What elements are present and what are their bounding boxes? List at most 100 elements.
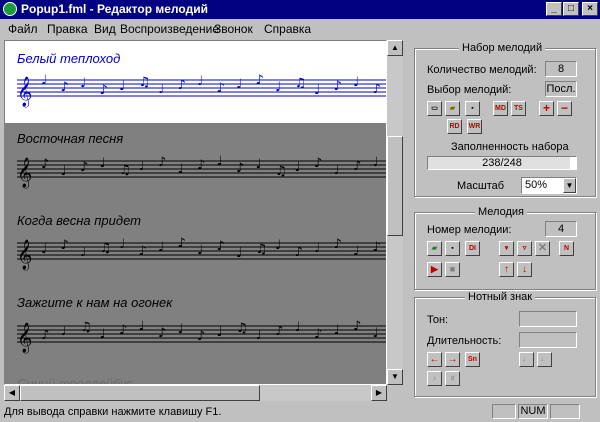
note-icon: ♩ — [80, 245, 86, 260]
sn-button[interactable]: Sn — [465, 352, 480, 367]
chevron-down-icon[interactable]: ▼ — [563, 178, 576, 193]
open-icon[interactable]: ▰ — [445, 101, 460, 116]
staff[interactable]: 𝄞 ♪ ♩ ♫ ♩ ♪ ♩ ♪ ♩ ♪ ♩ ♫ ♩ ♪ ♩ ♪ ♩ ♪ ♩ — [17, 319, 387, 354]
di-button[interactable]: DI — [465, 241, 480, 256]
cut-icon[interactable]: ✕ — [535, 241, 550, 256]
note-icon: ♫ — [275, 164, 287, 179]
note-up-icon[interactable]: ♩ — [519, 352, 534, 367]
note-icon: ♩ — [353, 75, 359, 90]
note-icon: ♩ — [178, 162, 184, 177]
menu-playback[interactable]: Воспроизведение — [120, 22, 219, 36]
note-icon: ♪ — [139, 244, 147, 259]
note-icon: ♪ — [80, 160, 88, 175]
note-panel: Нотный знак Тон: Длительность: ← → Sn ♩ … — [414, 291, 596, 397]
scroll-left-button[interactable]: ◀ — [4, 385, 20, 401]
note-icon: ♪ — [275, 324, 283, 339]
note-icon: ♩ — [41, 73, 47, 88]
status-pane — [550, 404, 580, 419]
play-icon[interactable]: ▶ — [427, 262, 442, 277]
note-icon: ♪ — [178, 78, 186, 93]
save-icon[interactable]: ▪ — [465, 101, 480, 116]
note-icon: ♪ — [314, 327, 322, 342]
remove-button[interactable]: − — [557, 101, 572, 116]
number-label: Номер мелодии: — [427, 224, 512, 236]
note-icon: ♪ — [61, 238, 69, 253]
scale-select[interactable]: 50% ▼ — [521, 177, 577, 194]
note-icon: ♩ — [217, 325, 223, 340]
note-icon: ♩ — [353, 244, 359, 259]
note-icon: ♩ — [334, 163, 340, 178]
delete-icon[interactable]: ▿ — [517, 241, 532, 256]
count-label: Количество мелодий: — [427, 64, 537, 76]
ts-button[interactable]: TS — [511, 101, 526, 116]
treble-clef-icon: 𝄞 — [17, 239, 32, 271]
window-title: Popup1.fml - Редактор мелодий — [21, 2, 208, 16]
duration-field[interactable] — [519, 332, 577, 348]
left-icon[interactable]: ← — [427, 352, 442, 367]
rd-button[interactable]: RD — [447, 119, 462, 134]
dot-icon[interactable]: ♪ — [427, 371, 442, 386]
stop-icon[interactable]: ■ — [445, 262, 460, 277]
note-icon: ♩ — [197, 74, 203, 89]
scroll-thumb[interactable] — [20, 385, 260, 401]
treble-clef-icon: 𝄞 — [17, 157, 32, 189]
save-icon[interactable]: ▪ — [445, 241, 460, 256]
note-icon: ♩ — [373, 326, 379, 341]
menu-file[interactable]: Файл — [8, 22, 38, 36]
note-icon: ♩ — [61, 324, 67, 339]
md-button[interactable]: MD — [493, 101, 508, 116]
panel-title: Нотный знак — [465, 291, 536, 303]
up-icon[interactable]: ↑ — [499, 262, 514, 277]
note-icon: ♪ — [353, 319, 361, 334]
open-icon[interactable]: ▰ — [427, 241, 442, 256]
note-icon: ♫ — [100, 241, 112, 256]
n-button[interactable]: N — [559, 241, 574, 256]
scroll-up-button[interactable]: ▲ — [387, 40, 403, 56]
scroll-down-button[interactable]: ▼ — [387, 369, 403, 385]
down-icon[interactable]: ↓ — [517, 262, 532, 277]
close-button[interactable]: × — [582, 2, 598, 16]
minimize-button[interactable]: _ — [546, 2, 562, 16]
melody-panel: Мелодия Номер мелодии: 4 ▰ ▪ DI ▾ ▿ ✕ N … — [414, 206, 596, 290]
new-icon[interactable]: ▭ — [427, 101, 442, 116]
note-icon: ♩ — [139, 319, 145, 334]
staff[interactable]: 𝄞 ♪ ♩ ♪ ♩ ♫ ♩ ♪ ♩ ♪ ♩ ♪ ♩ ♫ ♩ ♪ ♩ ♪ ♩ — [17, 154, 387, 189]
tone-label: Тон: — [427, 314, 449, 326]
horizontal-scrollbar[interactable]: ◀ ▶ — [4, 385, 387, 401]
note-icon: ♫ — [295, 76, 307, 91]
note-icon: ♩ — [314, 83, 320, 98]
note-icon: ♩ — [119, 237, 125, 252]
insert-icon[interactable]: ▾ — [499, 241, 514, 256]
melody-set-panel: Набор мелодий Количество мелодий: 8 Выбо… — [414, 42, 596, 197]
menu-view[interactable]: Вид — [94, 22, 116, 36]
staff-canvas[interactable]: 𝄞 ♩ ♪ ♩ ♪ ♩ ♫ ♩ ♪ ♩ ♪ ♩ ♪ ♩ ♫ ♩ ♪ ♩ ♪ 𝄞 ♪ ♩ ♪ ♩ ♫ ♩ ♪ ♩ ♪ ♩ ♪ ♩ ♫ ♩ ♪ ♩ ♪ ♩ 𝄞 ♩… — [5, 41, 387, 385]
scroll-right-button[interactable]: ▶ — [371, 385, 387, 401]
staff[interactable]: 𝄞 ♩ ♪ ♩ ♫ ♩ ♪ ♩ ♪ ♩ ♪ ♩ ♫ ♩ ♪ ♩ ♪ ♩ ♪ — [17, 236, 387, 271]
right-icon[interactable]: → — [445, 352, 460, 367]
note-icon: ♪ — [178, 236, 186, 251]
app-icon[interactable] — [3, 2, 17, 16]
note-icon: ♫ — [236, 321, 248, 336]
score-view[interactable]: Белый теплоход Восточная песня Когда вес… — [4, 40, 387, 385]
menu-edit[interactable]: Правка — [47, 22, 88, 36]
fill-value: 238/248 — [482, 157, 522, 169]
wr-button[interactable]: WR — [467, 119, 482, 134]
add-button[interactable]: + — [539, 101, 554, 116]
note-icon: ♫ — [256, 242, 268, 257]
title-bar[interactable]: Popup1.fml - Редактор мелодий _ □ × — [0, 0, 600, 19]
note-icon: ♪ — [41, 328, 49, 343]
select-field[interactable]: Посл. — [545, 81, 577, 97]
note-icon: ♪ — [217, 81, 225, 96]
menu-ringtone[interactable]: Звонок — [214, 22, 253, 36]
note-down-icon[interactable]: ♩ — [537, 352, 552, 367]
staff[interactable]: 𝄞 ♩ ♪ ♩ ♪ ♩ ♫ ♩ ♪ ♩ ♪ ♩ ♪ ♩ ♫ ♩ ♪ ♩ ♪ — [17, 73, 387, 108]
note-icon: ♩ — [41, 242, 47, 257]
tone-field[interactable] — [519, 311, 577, 327]
note-icon: ♩ — [100, 156, 106, 171]
menu-help[interactable]: Справка — [264, 22, 311, 36]
note-icon: ♩ — [100, 327, 106, 342]
vertical-scrollbar[interactable]: ▲ ▼ — [387, 40, 403, 385]
maximize-button[interactable]: □ — [563, 2, 579, 16]
sharp-icon[interactable]: ♯ — [445, 371, 460, 386]
scroll-thumb[interactable] — [387, 136, 403, 236]
